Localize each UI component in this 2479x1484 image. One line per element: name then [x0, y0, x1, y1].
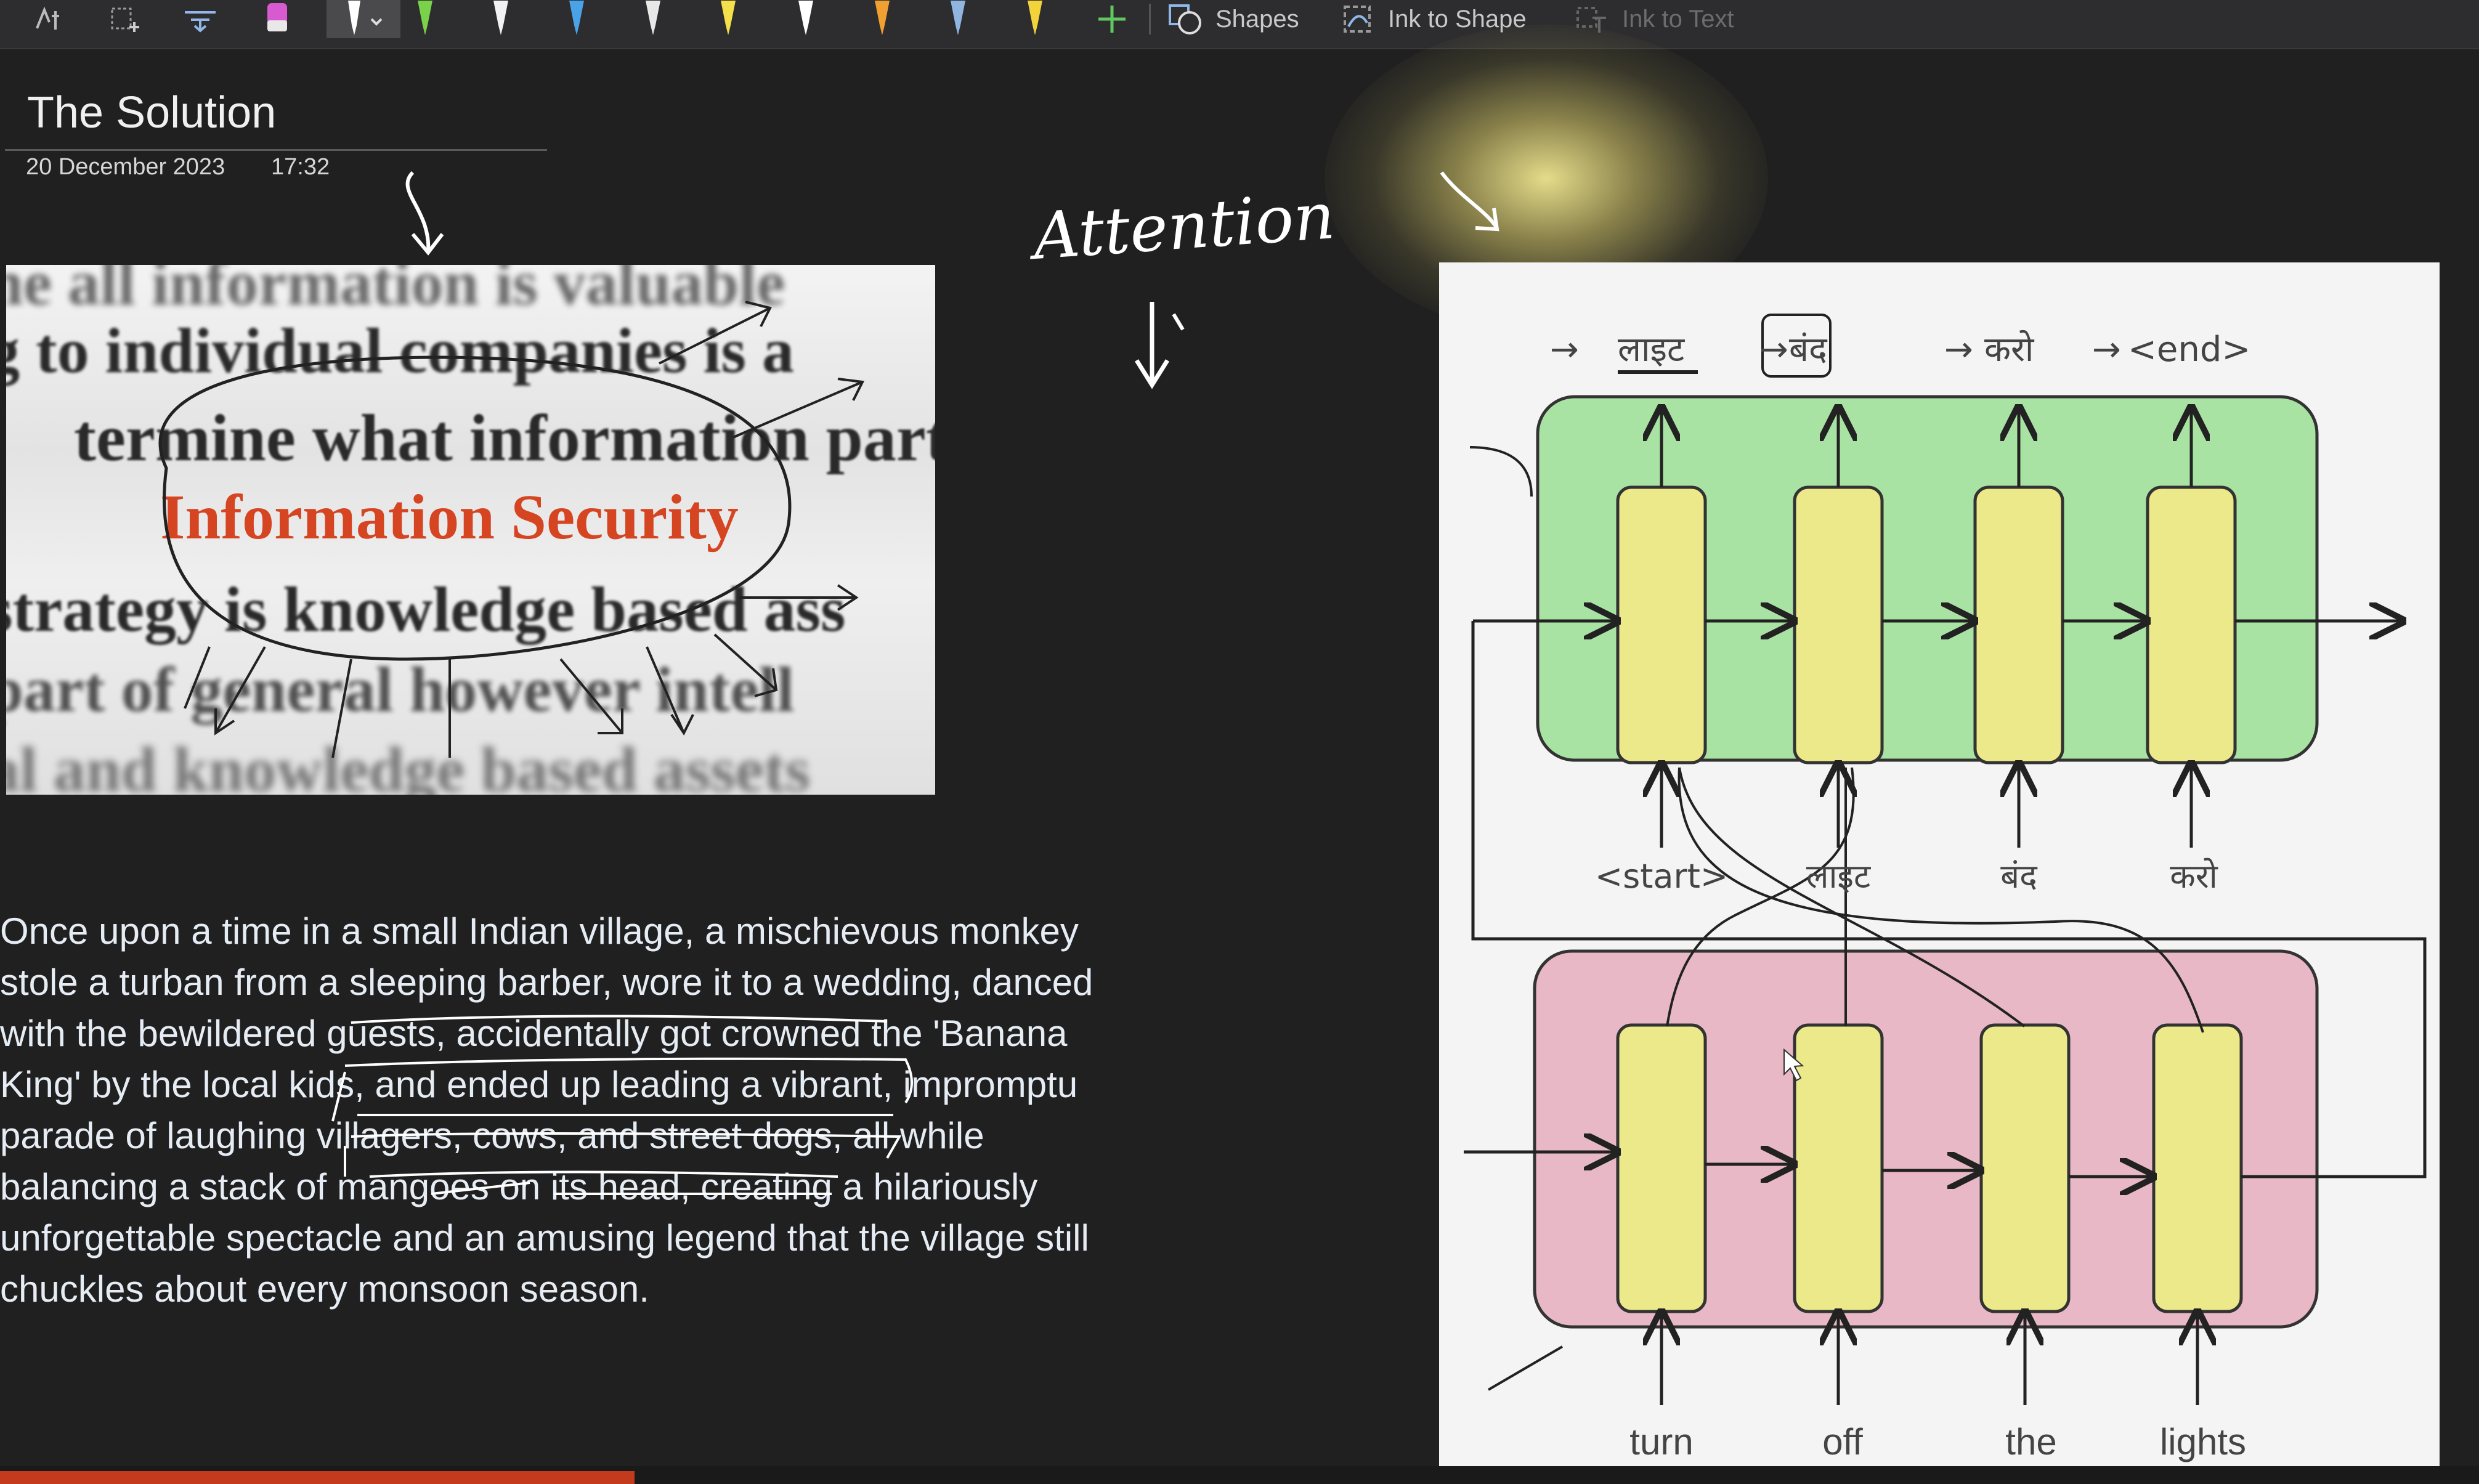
decoder-output-token: करो	[1984, 330, 2035, 370]
decoder-output-token: लाइट	[1618, 330, 1686, 370]
title-underline	[5, 149, 547, 151]
encoder-cell	[1979, 1023, 2071, 1313]
ink-to-shape-icon	[1344, 6, 1371, 33]
page-time: 17:32	[271, 154, 330, 180]
decoder-input-token: करो	[2170, 857, 2218, 896]
decoder-cell	[2146, 485, 2237, 764]
decoder-input-token: <start>	[1595, 857, 1728, 896]
encoder-input-token: turn	[1629, 1421, 1693, 1462]
pen-orange-icon[interactable]	[864, 0, 901, 38]
story-line: unforgettable spectacle and an amusing l…	[0, 1217, 1089, 1259]
story-line: balancing a stack of mangoes on its head…	[0, 1166, 1038, 1207]
eraser-icon[interactable]	[172, 0, 228, 38]
information-security-image[interactable]: ne all information is valuable g to indi…	[6, 265, 935, 795]
ink-to-text-label: Ink to Text	[1622, 5, 1734, 33]
encoder-cell	[2152, 1023, 2243, 1313]
encoder-cell	[1616, 1023, 1707, 1313]
decoder-output-token: <end>	[2128, 330, 2250, 370]
arrow-glyph: →	[1944, 330, 1973, 370]
seq2seq-diagram[interactable]: → लाइट → बंद → करो → <end> <start> लाइट …	[1439, 262, 2440, 1484]
shapes-label: Shapes	[1215, 5, 1299, 33]
decoder-cell	[1793, 485, 1884, 764]
page-title[interactable]: The Solution	[27, 87, 276, 138]
story-line: stole a turban from a sleeping barber, w…	[0, 962, 1093, 1003]
bottom-accent-bar	[0, 1471, 635, 1484]
note-page: The Solution 20 December 2023 17:32 ne a…	[0, 25, 2479, 1484]
story-line: chuckles about every monsoon season.	[0, 1268, 649, 1310]
highlighter-icon[interactable]	[250, 0, 305, 38]
pen-blue-icon[interactable]	[558, 0, 595, 38]
ink-attention-circle	[158, 301, 865, 758]
encoder-input-token: the	[2005, 1421, 2056, 1462]
encoder-input-token: off	[1822, 1421, 1863, 1462]
toolbar-divider	[1149, 4, 1151, 34]
decoder-input-token: लाइट	[1806, 857, 1871, 896]
decoder-cell	[1973, 485, 2064, 764]
add-pen-icon[interactable]	[1087, 0, 1137, 38]
encoder-input-token: lights	[2160, 1421, 2246, 1462]
story-line: Once upon a time in a small Indian villa…	[0, 910, 1079, 952]
arrow-glyph: →	[2092, 330, 2121, 370]
decoder-output-token: बंद	[1789, 330, 1828, 370]
pen-selected-icon[interactable]	[327, 0, 400, 38]
story-line: King' by the local kids, and ended up le…	[0, 1064, 1078, 1105]
pen-green-icon[interactable]	[407, 0, 444, 38]
decoder-cell	[1616, 485, 1707, 764]
pen-white2-icon[interactable]	[787, 0, 824, 38]
arrow-glyph: →	[1759, 330, 1788, 370]
lasso-select-icon[interactable]	[25, 0, 80, 38]
pen-white-icon[interactable]	[482, 0, 519, 38]
arrow-glyph: →	[1550, 330, 1579, 370]
shapes-icon	[1169, 4, 1201, 34]
pen-lightblue-icon[interactable]	[939, 0, 976, 38]
story-line: parade of laughing villagers, cows, and …	[0, 1115, 984, 1156]
decoder-input-token: बंद	[2000, 857, 2038, 896]
attention-note: Attention	[1026, 178, 1337, 274]
add-space-icon[interactable]	[99, 0, 154, 38]
story-paragraph[interactable]: Once upon a time in a small Indian villa…	[0, 906, 1158, 1315]
shapes-button[interactable]: Shapes	[1167, 0, 1299, 38]
encoder-cell	[1793, 1023, 1884, 1313]
page-date: 20 December 2023	[26, 154, 225, 180]
ribbon-toolbar: Shapes Ink to Shape Ink to Text	[0, 0, 2479, 49]
pen-yellow-icon[interactable]	[710, 0, 747, 38]
pen-light-icon[interactable]	[635, 0, 671, 38]
pen-gold-icon[interactable]	[1016, 0, 1053, 38]
diagram-svg: → लाइट → बंद → करो → <end> <start> लाइट …	[1464, 314, 2427, 1462]
story-line: with the bewildered guests, accidentally…	[0, 1013, 1068, 1054]
